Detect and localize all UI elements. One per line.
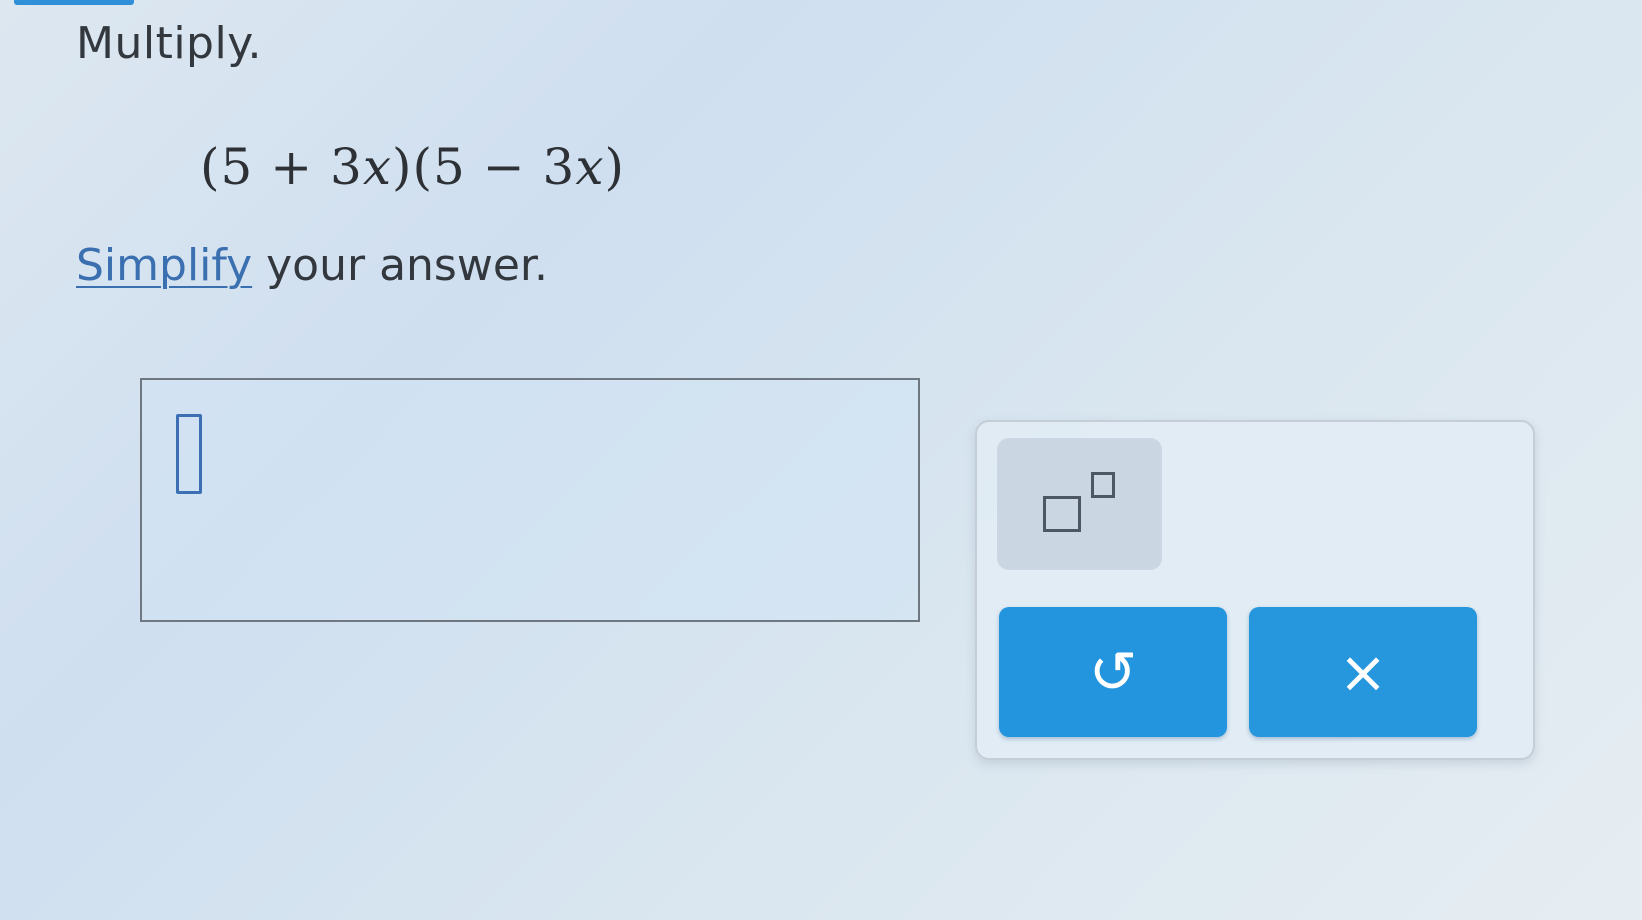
simplify-link[interactable]: Simplify	[76, 240, 252, 291]
factor-1-open: (5 + 3	[200, 138, 363, 196]
superscript-box-icon	[1091, 472, 1115, 498]
top-accent-bar	[14, 0, 134, 5]
factor-2-open: (5 − 3	[412, 138, 576, 196]
math-expression: (5 + 3x)(5 − 3x)	[200, 138, 625, 196]
undo-icon: ↺	[1088, 638, 1138, 706]
answer-input[interactable]	[140, 378, 920, 622]
simplify-rest-text: your answer.	[252, 240, 548, 291]
simplify-instruction: Simplify your answer.	[76, 240, 548, 291]
answer-cursor-placeholder	[176, 414, 202, 494]
clear-button[interactable]: ×	[1249, 607, 1477, 737]
factor-2-close: )	[604, 138, 626, 196]
instruction-text: Multiply.	[76, 18, 262, 69]
factor-1-close: )	[392, 138, 413, 196]
close-icon: ×	[1338, 638, 1388, 706]
exponent-template-icon	[1043, 496, 1081, 532]
factor-1-variable: x	[362, 138, 393, 196]
exponent-button[interactable]	[997, 438, 1162, 570]
math-keypad: ↺ ×	[975, 420, 1535, 760]
undo-button[interactable]: ↺	[999, 607, 1227, 737]
factor-2-variable: x	[575, 138, 605, 196]
